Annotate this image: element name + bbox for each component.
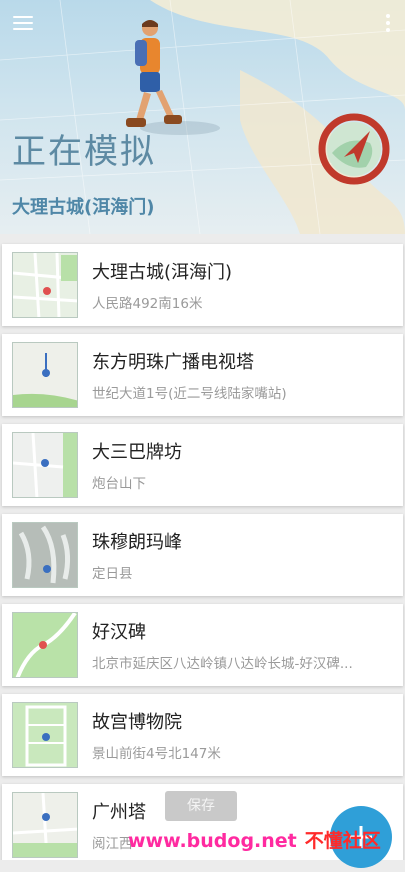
location-address: 北京市延庆区八达岭镇八达岭长城-好汉碑...: [92, 656, 353, 672]
map-thumbnail: [12, 792, 78, 858]
location-card[interactable]: 东方明珠广播电视塔 世纪大道1号(近二号线陆家嘴站): [2, 334, 403, 416]
map-thumbnail: [12, 342, 78, 408]
map-thumbnail: [12, 252, 78, 318]
traveler-figure-icon: [126, 20, 182, 127]
location-name: 珠穆朗玛峰: [92, 532, 182, 553]
current-location-label: 大理古城(洱海门): [12, 197, 155, 218]
location-name: 广州塔: [92, 802, 146, 823]
location-address: 定日县: [92, 566, 133, 582]
location-card[interactable]: 故宫博物院 景山前街4号北147米: [2, 694, 403, 776]
watermark: www.budog.net 不懂社区: [128, 826, 381, 853]
map-thumbnail: [12, 522, 78, 588]
location-address: 世纪大道1号(近二号线陆家嘴站): [92, 386, 287, 402]
location-name: 大理古城(洱海门): [92, 262, 233, 283]
location-address: 人民路492南16米: [92, 296, 203, 312]
location-card[interactable]: 好汉碑 北京市延庆区八达岭镇八达岭长城-好汉碑...: [2, 604, 403, 686]
map-thumbnail: [12, 702, 78, 768]
location-name: 东方明珠广播电视塔: [92, 352, 254, 373]
map-thumbnail: [12, 612, 78, 678]
location-card[interactable]: 珠穆朗玛峰 定日县: [2, 514, 403, 596]
location-address: 景山前街4号北147米: [92, 746, 221, 762]
location-name: 好汉碑: [92, 622, 146, 643]
watermark-name: 不懂社区: [304, 830, 381, 852]
save-button[interactable]: 保存: [165, 791, 237, 821]
menu-button[interactable]: [10, 12, 36, 36]
location-name: 大三巴牌坊: [92, 442, 182, 463]
location-card[interactable]: 大理古城(洱海门) 人民路492南16米: [2, 244, 403, 326]
location-list[interactable]: 大理古城(洱海门) 人民路492南16米 东方明珠广播电视塔 世纪大道1号(近二…: [0, 234, 405, 860]
location-address: 炮台山下: [92, 476, 146, 492]
map-thumbnail: [12, 432, 78, 498]
watermark-site: www.budog.net: [128, 830, 297, 852]
compass-button[interactable]: [318, 113, 390, 185]
header-banner: 正在模拟 大理古城(洱海门): [0, 0, 405, 234]
more-options-button[interactable]: [383, 14, 393, 36]
location-card[interactable]: 大三巴牌坊 炮台山下: [2, 424, 403, 506]
page-title: 正在模拟: [12, 132, 156, 172]
location-name: 故宫博物院: [92, 712, 182, 733]
